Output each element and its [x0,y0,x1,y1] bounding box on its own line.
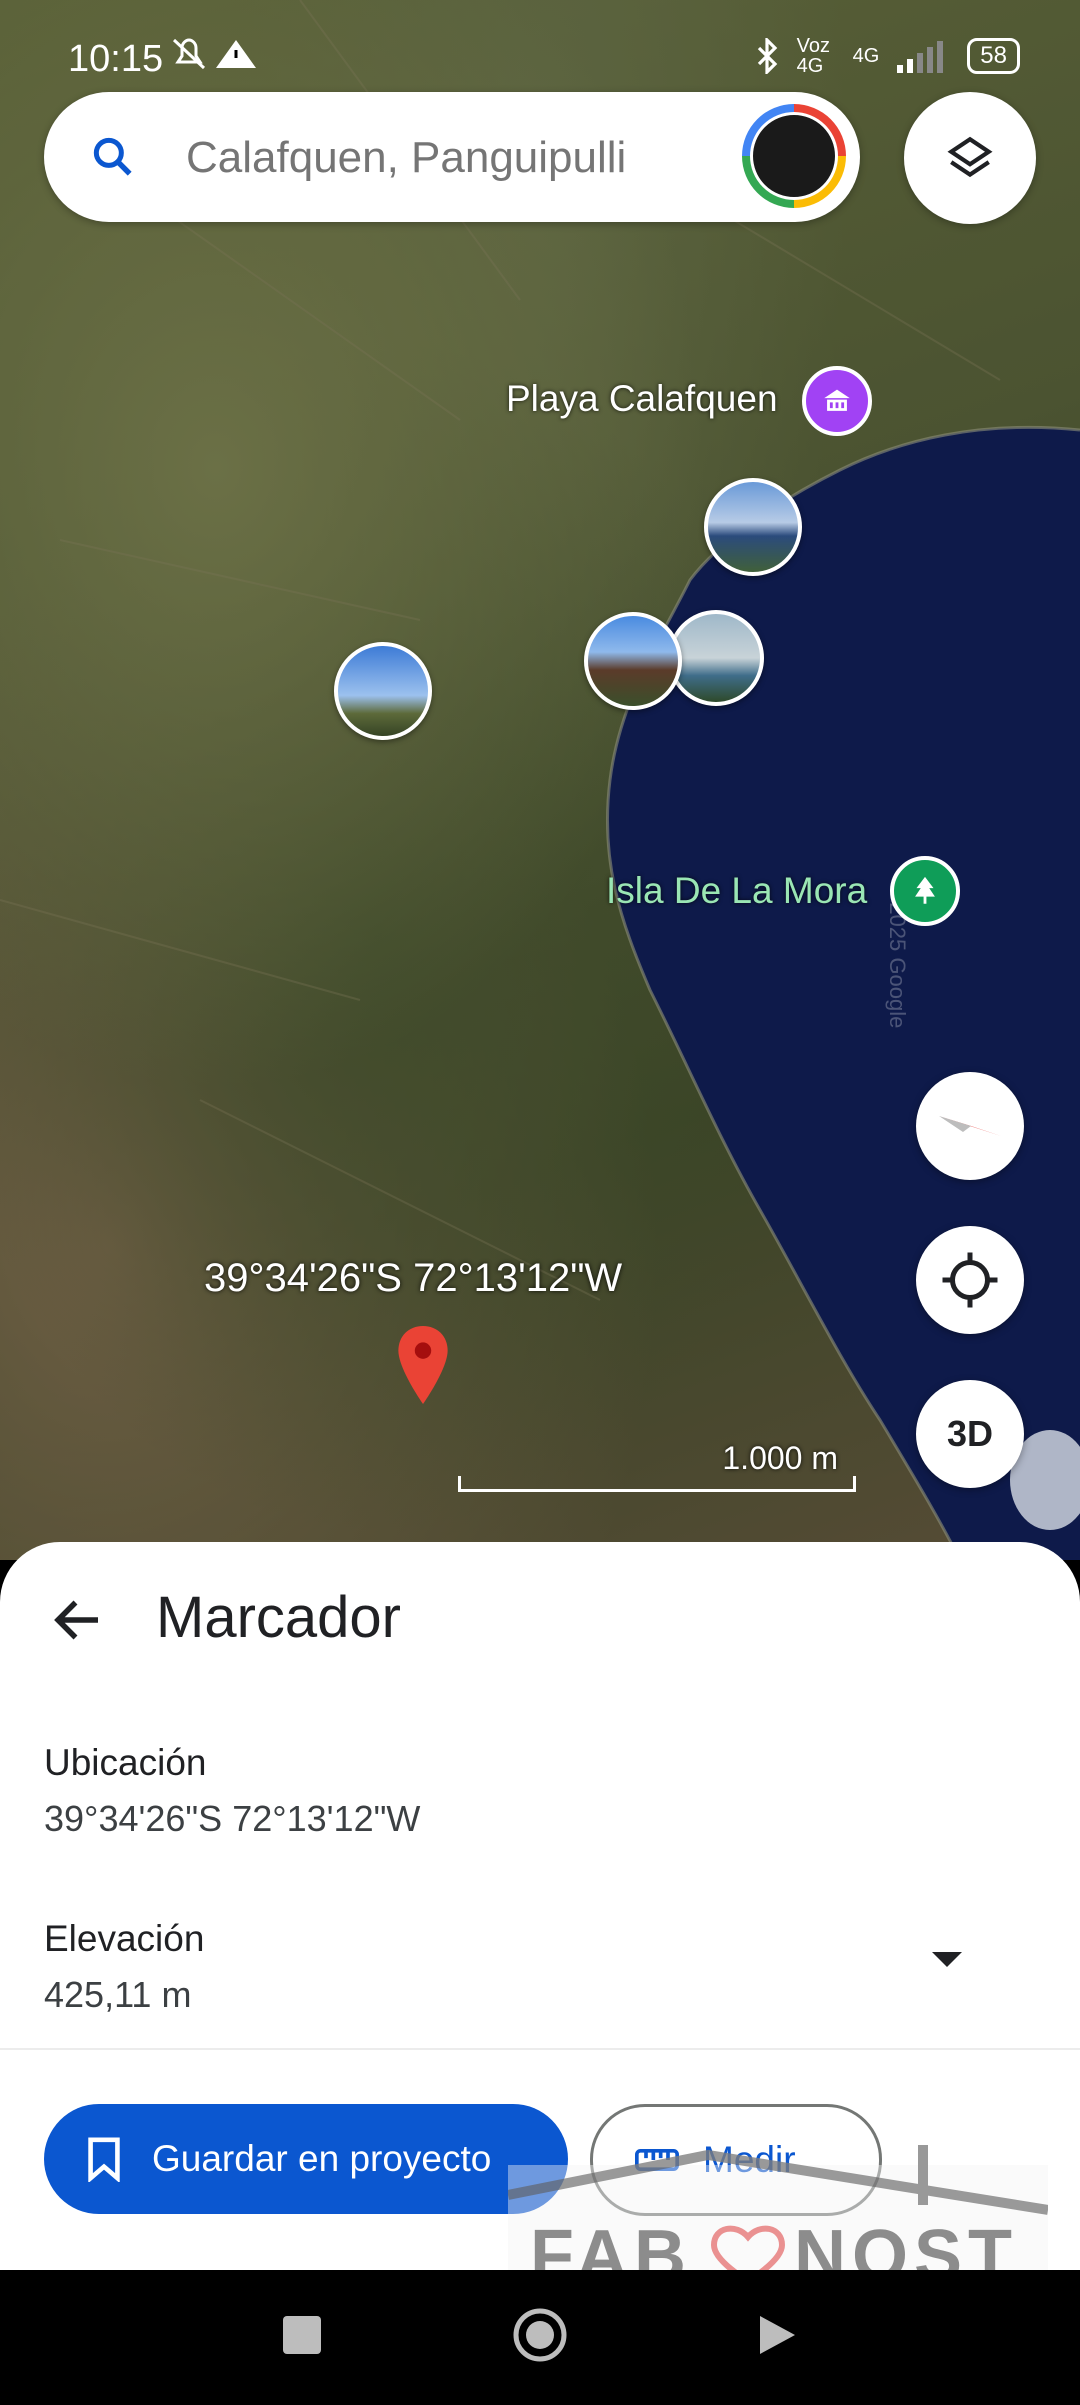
elevation-value: 425,11 m [44,1974,192,2015]
signal-icon [897,41,944,73]
avatar[interactable] [742,104,846,208]
marker-coordinates-label: 39°34'26"S 72°13'12"W [204,1256,623,1300]
search-icon[interactable] [88,132,138,182]
back-button[interactable] [760,2316,795,2354]
location-value: 39°34'26"S 72°13'12"W [44,1798,421,1839]
compass-icon [939,1116,1001,1136]
layers-icon [947,136,993,178]
map-scale: 1.000 m [458,1440,858,1492]
status-alert-icons [170,36,260,81]
save-to-project-button[interactable]: Guardar en proyecto [44,2104,568,2214]
lake-water: © 2025 Google [0,0,1080,1560]
satellite-map[interactable]: © 2025 Google Playa Calafquen Isla De La… [0,0,1080,1560]
bluetooth-icon [757,38,777,74]
photo-thumbnail[interactable] [704,478,802,576]
my-location-button[interactable] [916,1226,1024,1334]
elevation-label: Elevación [44,1918,205,1959]
data-label: 4G [852,44,880,67]
back-arrow-icon[interactable] [48,1590,108,1650]
photo-thumbnail[interactable] [668,610,764,706]
avatar-image [750,112,838,200]
photo-thumbnail[interactable] [584,612,682,710]
layers-button[interactable] [904,92,1036,224]
place-label-isla-de-la-mora[interactable]: Isla De La Mora [606,870,867,912]
sheet-title: Marcador [156,1585,401,1650]
recents-button[interactable] [283,2316,321,2354]
battery-indicator: 58 [967,38,1020,74]
marker-pin-icon[interactable] [398,1326,448,1409]
compass-button[interactable] [916,1072,1024,1180]
save-button-label: Guardar en proyecto [152,2138,492,2179]
tree-icon[interactable] [890,856,960,926]
status-right: Voz 4G 4G 58 [753,36,1020,76]
bookmark-icon [88,2137,120,2182]
system-navigation-bar [0,2270,1080,2400]
location-label: Ubicación [44,1742,207,1783]
photo-thumbnail[interactable] [334,642,432,740]
museum-icon[interactable] [802,366,872,436]
chevron-down-icon[interactable] [932,1952,962,1967]
my-location-icon [942,1252,998,1308]
search-bar[interactable] [44,92,860,222]
place-label-playa-calafquen[interactable]: Playa Calafquen [506,378,778,420]
search-input[interactable] [184,122,748,194]
three-d-button[interactable]: 3D [916,1380,1024,1488]
status-time: 10:15 [68,38,164,80]
network-label: Voz 4G [796,35,830,77]
scale-label: 1.000 m [722,1440,838,1476]
scale-bar [458,1476,856,1492]
divider [0,2048,1080,2050]
